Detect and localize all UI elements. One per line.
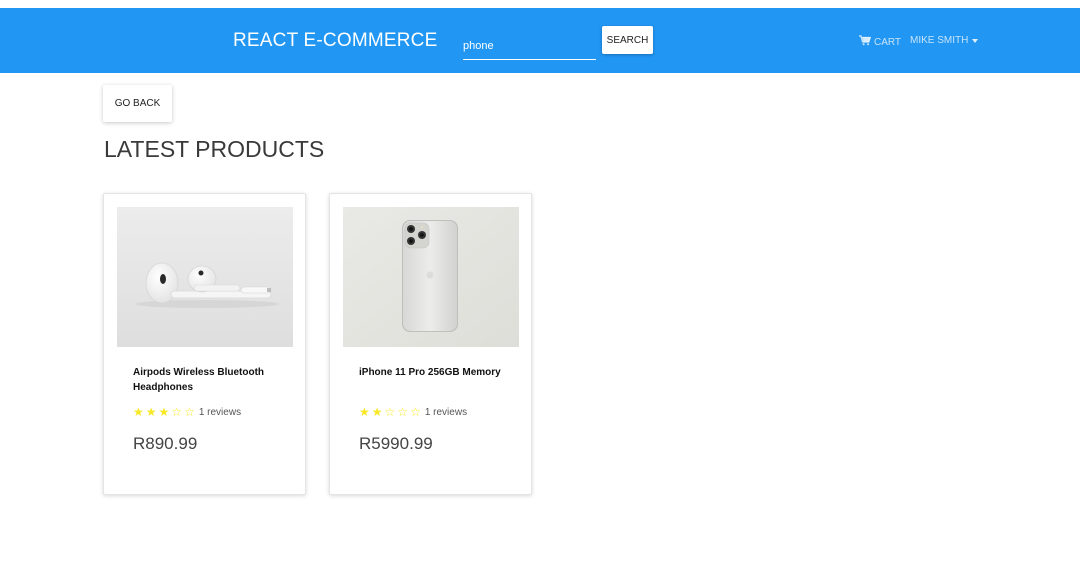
brand-logo[interactable]: REACT E-COMMERCE — [233, 30, 437, 52]
cart-label: CART — [874, 36, 902, 48]
product-name[interactable]: iPhone 11 Pro 256GB Memory — [359, 365, 509, 380]
product-name[interactable]: Airpods Wireless Bluetooth Headphones — [133, 365, 283, 395]
product-price: R890.99 — [133, 434, 198, 453]
star-empty-icon: ☆ — [397, 405, 409, 419]
star-empty-icon: ☆ — [184, 405, 195, 419]
review-count: 1 reviews — [424, 406, 468, 418]
product-rating: ★ ★ ☆ ☆ ☆ 1 reviews — [359, 406, 467, 418]
star-empty-icon: ☆ — [171, 405, 183, 419]
navbar: REACT E-COMMERCE SEARCH CART MIKE SMITH — [0, 8, 1080, 73]
review-count: 1 reviews — [198, 406, 242, 418]
go-back-button[interactable]: GO BACK — [103, 85, 172, 122]
caret-down-icon — [972, 38, 979, 43]
product-price: R5990.99 — [359, 434, 433, 453]
star-empty-icon: ☆ — [410, 405, 421, 419]
page-title: LATEST PRODUCTS — [104, 136, 325, 162]
iphone-image[interactable] — [343, 207, 519, 347]
search-button[interactable]: SEARCH — [602, 26, 653, 54]
user-dropdown[interactable]: MIKE SMITH — [910, 35, 979, 46]
cart-link[interactable]: CART — [859, 35, 901, 49]
shopping-cart-icon — [859, 35, 872, 49]
airpods-image[interactable] — [117, 207, 293, 347]
product-card[interactable]: iPhone 11 Pro 256GB Memory ★ ★ ☆ ☆ ☆ 1 r… — [329, 193, 532, 495]
star-filled-icon: ★ — [145, 405, 157, 419]
star-empty-icon: ☆ — [384, 405, 396, 419]
product-rating: ★ ★ ★ ☆ ☆ 1 reviews — [133, 406, 241, 418]
star-filled-icon: ★ — [133, 405, 144, 419]
top-strip — [0, 0, 1080, 8]
star-filled-icon: ★ — [359, 405, 370, 419]
search-input[interactable] — [463, 32, 596, 60]
product-card[interactable]: Airpods Wireless Bluetooth Headphones ★ … — [103, 193, 306, 495]
user-name: MIKE SMITH — [910, 35, 969, 46]
star-filled-icon: ★ — [371, 405, 383, 419]
star-filled-icon: ★ — [158, 405, 170, 419]
